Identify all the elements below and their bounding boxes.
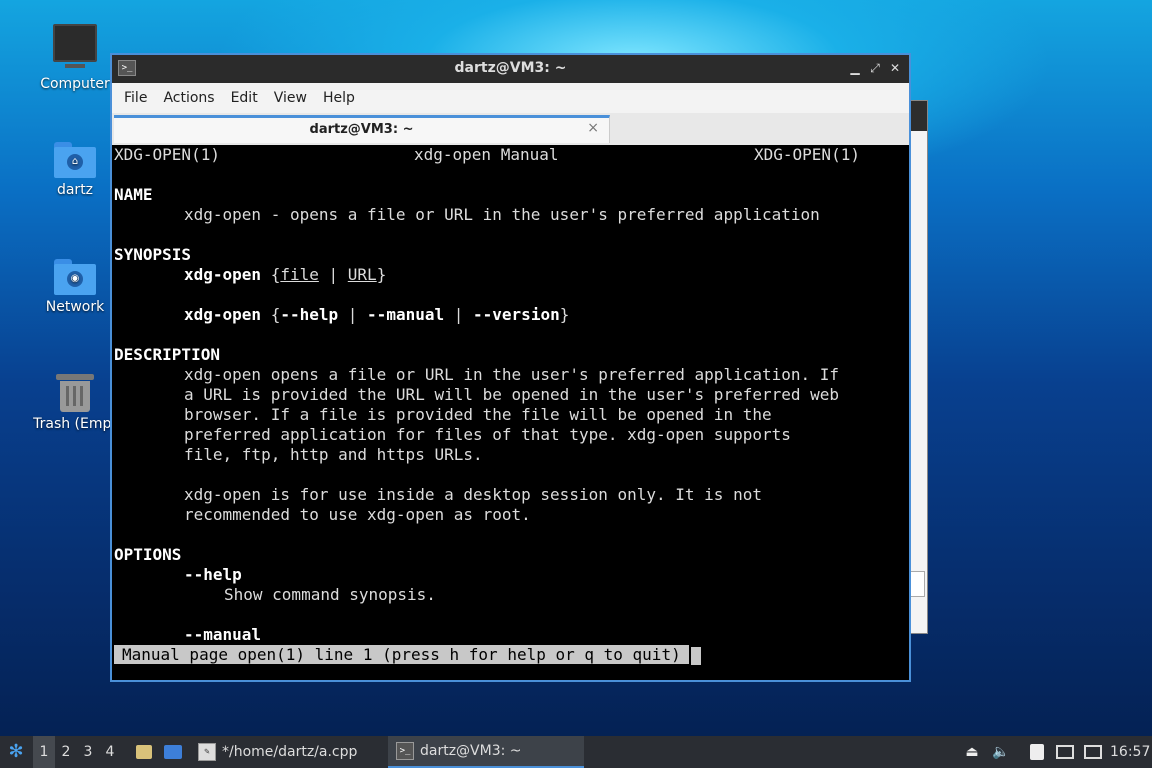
tab-bar: dartz@VM3: ~ ×: [112, 113, 909, 146]
synopsis-arg-url: URL: [347, 265, 377, 284]
background-window-scrollbar[interactable]: [909, 571, 925, 597]
start-menu-button[interactable]: ✻: [4, 736, 28, 768]
description-line: xdg-open opens a file or URL in the user…: [184, 365, 840, 384]
home-folder-icon: ⌂: [54, 142, 96, 178]
task-terminal[interactable]: >_ dartz@VM3: ~: [388, 736, 584, 768]
synopsis-arg-file: file: [280, 265, 319, 284]
pager-status-text: Manual page open(1) line 1 (press h for …: [114, 645, 689, 664]
desktop-icon-label: dartz: [56, 182, 94, 198]
menu-bar: File Actions Edit View Help: [112, 83, 909, 113]
terminal-icon: >_: [396, 742, 414, 760]
synopsis-opt-version: --version: [473, 305, 560, 324]
task-text-editor[interactable]: ✎ */home/dartz/a.cpp: [190, 736, 396, 768]
minimize-icon[interactable]: ▁: [847, 60, 863, 76]
menu-edit[interactable]: Edit: [223, 90, 266, 106]
clock[interactable]: 16:57: [1110, 736, 1150, 768]
workspace-switcher: 1 2 3 4: [33, 736, 121, 768]
clipboard-icon: [1030, 744, 1044, 760]
maximize-icon[interactable]: ⤢: [867, 60, 883, 76]
text-editor-icon: ✎: [198, 743, 216, 761]
synopsis-separator: |: [444, 305, 474, 324]
man-header-left: XDG-OPEN(1): [114, 145, 220, 164]
synopsis-brace-open: {: [270, 265, 281, 284]
desktop-icon-computer[interactable]: Computer: [30, 24, 120, 92]
desktop-icon-label: Computer: [40, 76, 110, 92]
synopsis-command: xdg-open: [184, 305, 262, 324]
tab-close-icon[interactable]: ×: [587, 120, 599, 136]
description-line: browser. If a file is provided the file …: [184, 405, 772, 424]
description-line: preferred application for files of that …: [184, 425, 791, 444]
synopsis-brace-open: {: [270, 305, 281, 324]
terminal-cursor: [690, 646, 701, 665]
section-synopsis-heading: SYNOPSIS: [114, 245, 192, 264]
window-titlebar[interactable]: >_ dartz@VM3: ~ ▁ ⤢ ✕: [112, 55, 909, 83]
desktop-icon-label: Network: [45, 299, 105, 315]
workspace-2[interactable]: 2: [55, 736, 77, 768]
synopsis-opt-manual: --manual: [367, 305, 445, 324]
network-applet[interactable]: [1054, 736, 1076, 768]
man-header: XDG-OPEN(1) xdg-open Manual XDG-OPEN(1): [114, 145, 860, 165]
desktop-icon-home[interactable]: ⌂ dartz: [30, 142, 120, 198]
synopsis-line-2: xdg-open {--help | --manual | --version}: [184, 305, 569, 325]
eject-icon: ⏏: [965, 744, 979, 760]
terminal-tab[interactable]: dartz@VM3: ~ ×: [114, 115, 610, 143]
terminal-window[interactable]: >_ dartz@VM3: ~ ▁ ⤢ ✕ File Actions Edit …: [110, 53, 911, 682]
section-description-heading: DESCRIPTION: [114, 345, 220, 364]
man-header-right: XDG-OPEN(1): [754, 145, 860, 164]
synopsis-line-1: xdg-open {file | URL}: [184, 265, 386, 285]
synopsis-separator: |: [318, 265, 348, 284]
quicklaunch-file-manager[interactable]: [133, 736, 155, 768]
keyboard-icon: [1084, 745, 1102, 759]
desktop-icon-trash[interactable]: Trash (Empt: [30, 374, 120, 432]
section-name-heading: NAME: [114, 185, 153, 204]
desktop-icon-label: Trash (Empt: [33, 416, 117, 432]
network-icon: [1056, 745, 1074, 759]
taskbar: ✻ 1 2 3 4 ✎ */home/dartz/a.cpp >_ dartz@…: [0, 736, 1152, 768]
synopsis-separator: |: [338, 305, 368, 324]
workspace-4[interactable]: 4: [99, 736, 121, 768]
window-title: dartz@VM3: ~: [454, 60, 567, 76]
task-label: */home/dartz/a.cpp: [222, 744, 358, 760]
option-manual: --manual: [184, 625, 262, 644]
option-help: --help: [184, 565, 242, 584]
clock-time: 16:57: [1110, 744, 1151, 760]
menu-actions[interactable]: Actions: [155, 90, 222, 106]
menu-help[interactable]: Help: [315, 90, 363, 106]
terminal-screen[interactable]: XDG-OPEN(1) xdg-open Manual XDG-OPEN(1) NA…: [112, 145, 909, 680]
menu-file[interactable]: File: [116, 90, 155, 106]
pager-status-line: Manual page open(1) line 1 (press h for …: [114, 645, 701, 665]
desktop-icon-network[interactable]: ◉ Network: [30, 259, 120, 315]
name-text: xdg-open - opens a file or URL in the us…: [184, 205, 820, 224]
lxqt-logo-icon: ✻: [8, 741, 24, 762]
volume-control[interactable]: 🔈: [990, 736, 1012, 768]
keyboard-applet[interactable]: [1082, 736, 1104, 768]
workspace-3[interactable]: 3: [77, 736, 99, 768]
tab-label: dartz@VM3: ~: [309, 122, 414, 137]
desktop-icon: [164, 745, 182, 759]
synopsis-command: xdg-open: [184, 265, 262, 284]
man-header-center: xdg-open Manual: [414, 145, 559, 164]
task-label: dartz@VM3: ~: [420, 743, 522, 759]
trash-icon: [56, 374, 94, 412]
description-line: xdg-open is for use inside a desktop ses…: [184, 485, 762, 504]
synopsis-opt-help: --help: [280, 305, 339, 324]
description-line: a URL is provided the URL will be opened…: [184, 385, 840, 404]
synopsis-brace-close: }: [559, 305, 570, 324]
option-help-description: Show command synopsis.: [224, 585, 436, 604]
menu-view[interactable]: View: [266, 90, 315, 106]
file-manager-icon: [136, 745, 152, 759]
tray-up-arrow[interactable]: ⏏: [962, 736, 982, 768]
synopsis-brace-close: }: [376, 265, 387, 284]
close-icon[interactable]: ✕: [887, 60, 903, 76]
network-folder-icon: ◉: [54, 259, 96, 295]
show-desktop-button[interactable]: [161, 736, 185, 768]
description-line: file, ftp, http and https URLs.: [184, 445, 483, 464]
clipboard-applet[interactable]: [1026, 736, 1048, 768]
volume-icon: 🔈: [992, 744, 1010, 760]
description-line: recommended to use xdg-open as root.: [184, 505, 531, 524]
computer-icon: [53, 24, 97, 68]
section-options-heading: OPTIONS: [114, 545, 182, 564]
workspace-1[interactable]: 1: [33, 736, 55, 768]
